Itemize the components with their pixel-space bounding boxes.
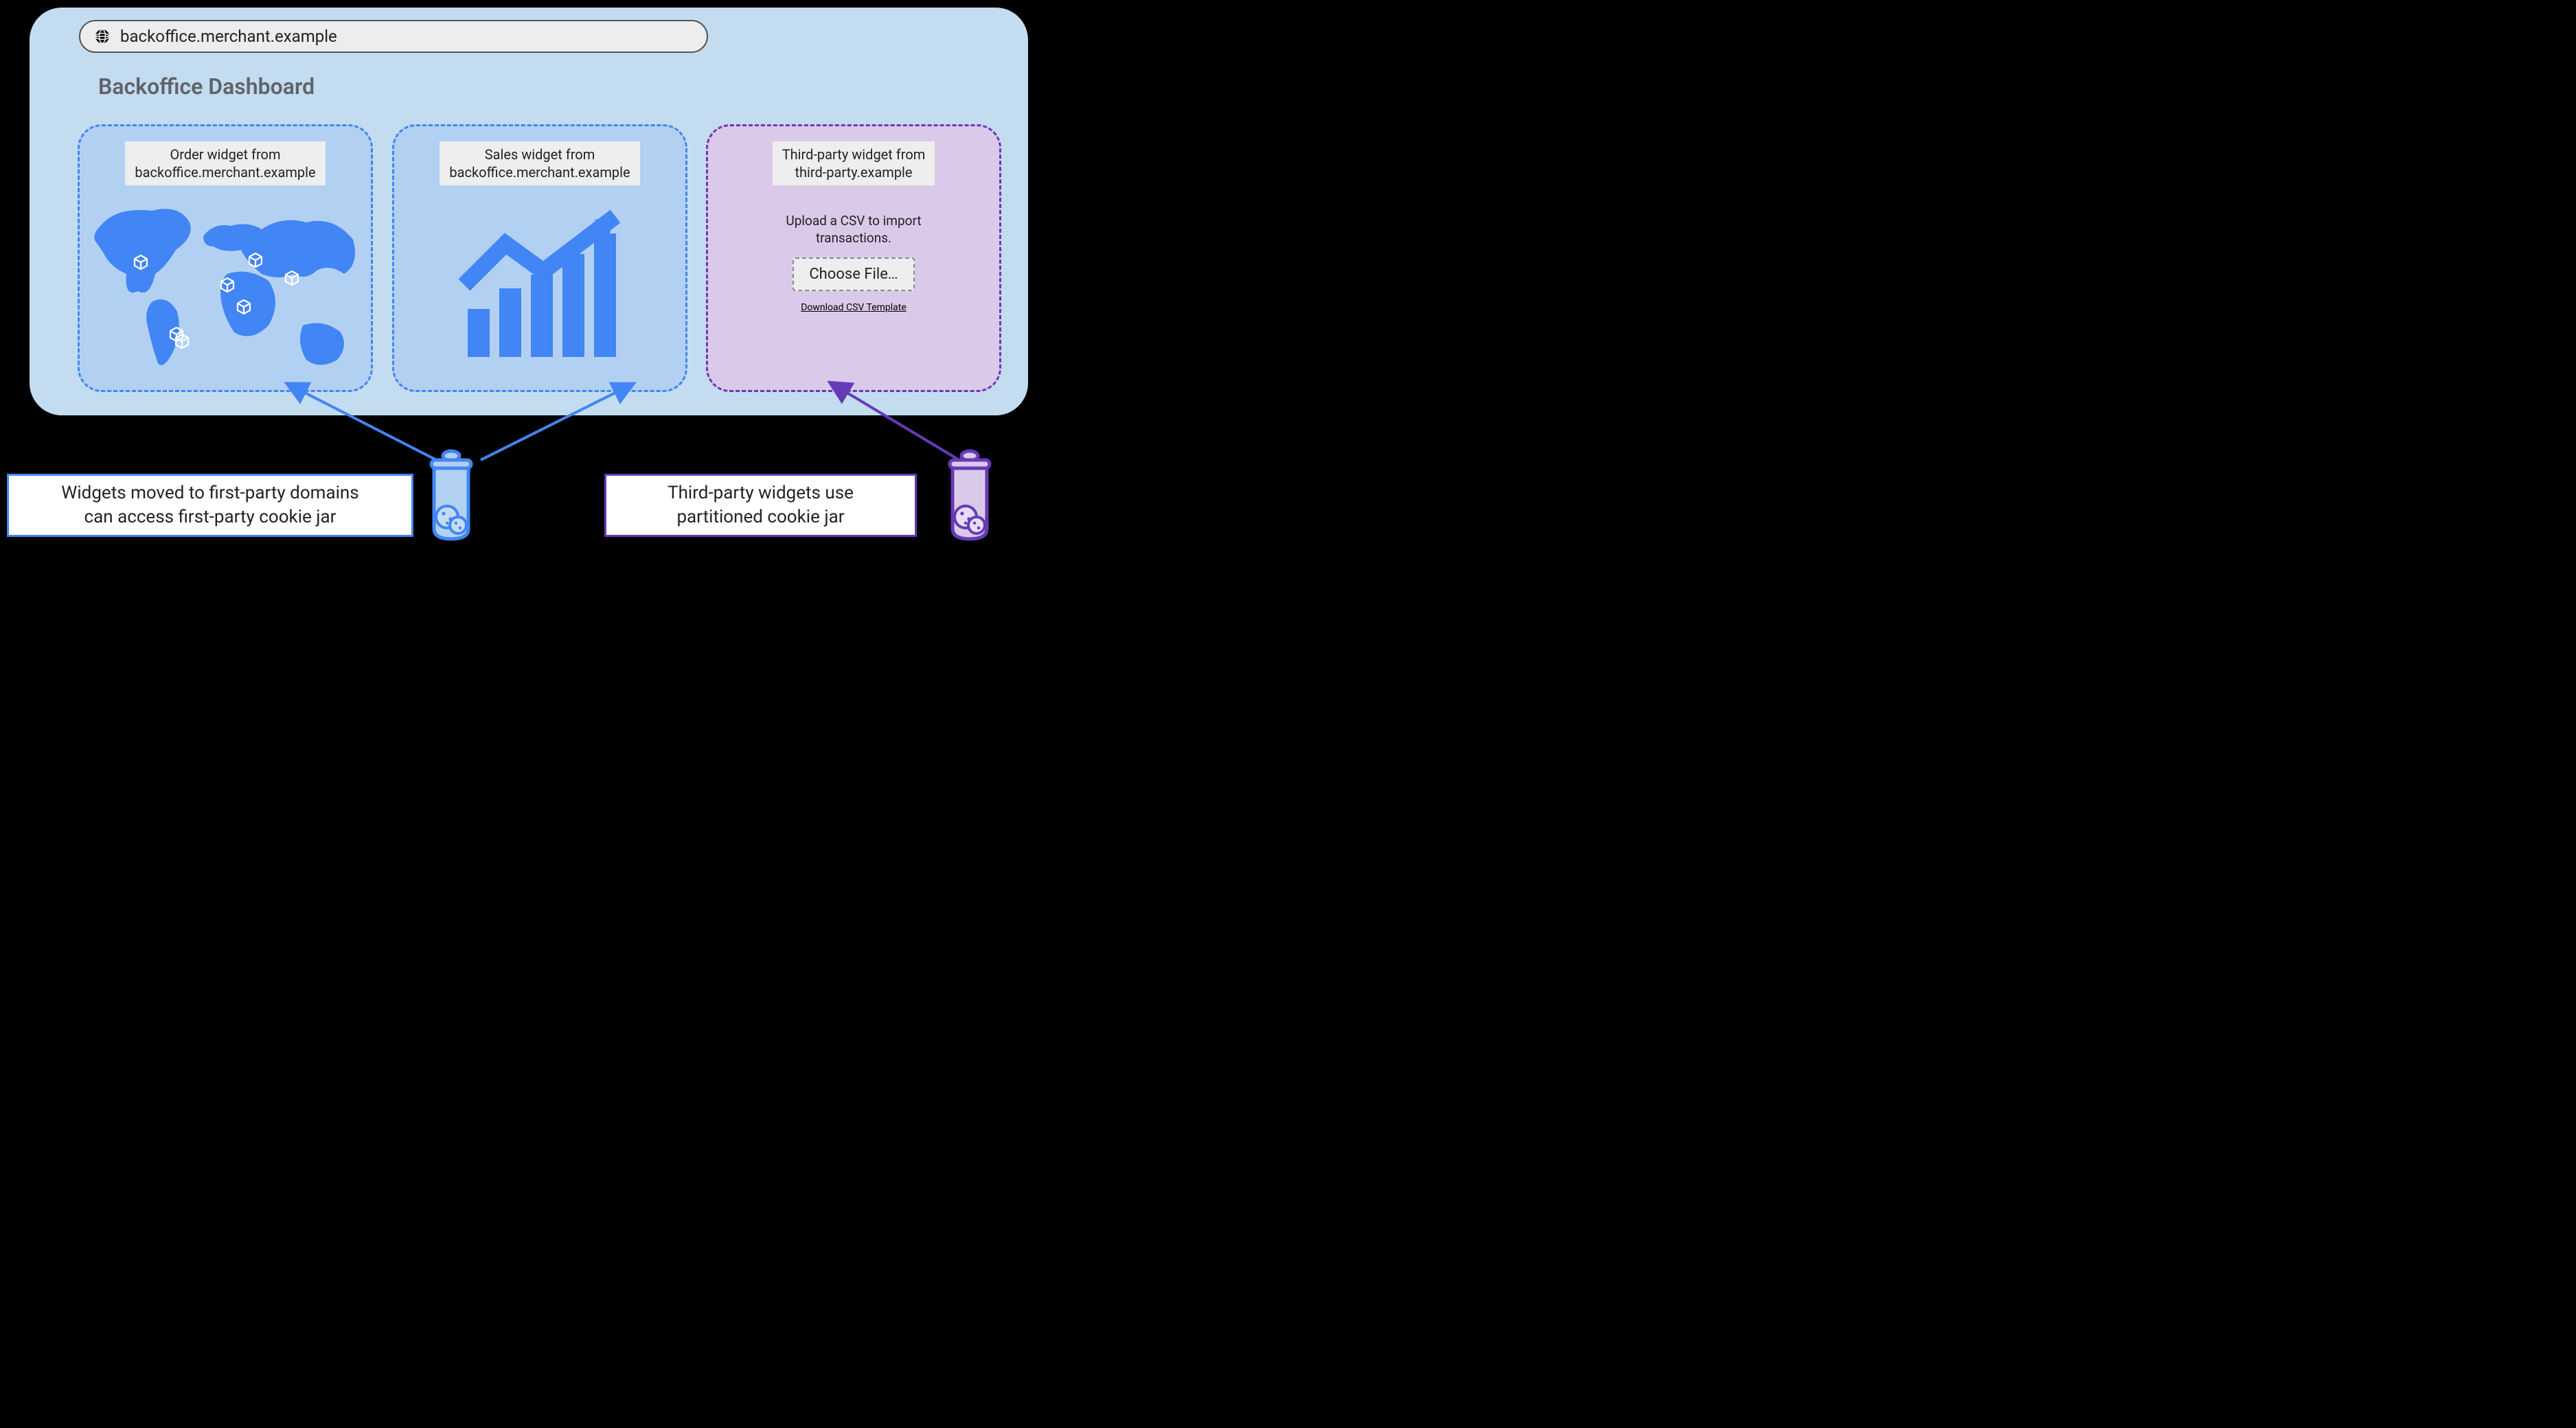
download-csv-template-link[interactable]: Download CSV Template (801, 302, 907, 313)
order-widget: Order widget from backoffice.merchant.ex… (78, 124, 373, 392)
first-party-cookie-jar-icon (419, 446, 484, 542)
choose-file-button[interactable]: Choose File… (793, 257, 914, 291)
sales-widget: Sales widget from backoffice.merchant.ex… (392, 124, 687, 392)
third-party-widget-label: Third-party widget from third-party.exam… (773, 141, 935, 185)
address-bar: backoffice.merchant.example (79, 20, 708, 53)
chart-icon (454, 206, 626, 364)
globe-icon (94, 28, 111, 45)
address-bar-url: backoffice.merchant.example (120, 27, 337, 46)
first-party-caption: Widgets moved to first-party domains can… (7, 474, 413, 537)
world-map-icon (80, 185, 371, 390)
third-party-widget: Third-party widget from third-party.exam… (706, 124, 1001, 392)
diagram-canvas: backoffice.merchant.example Backoffice D… (0, 0, 1052, 581)
page-title: Backoffice Dashboard (98, 73, 315, 100)
browser-window: backoffice.merchant.example Backoffice D… (27, 5, 1030, 417)
partitioned-cookie-jar-icon (937, 446, 1003, 542)
sales-widget-label: Sales widget from backoffice.merchant.ex… (440, 141, 639, 185)
third-party-caption: Third-party widgets use partitioned cook… (604, 474, 917, 537)
order-widget-label: Order widget from backoffice.merchant.ex… (125, 141, 325, 185)
upload-instructions: Upload a CSV to import transactions. (786, 213, 921, 246)
